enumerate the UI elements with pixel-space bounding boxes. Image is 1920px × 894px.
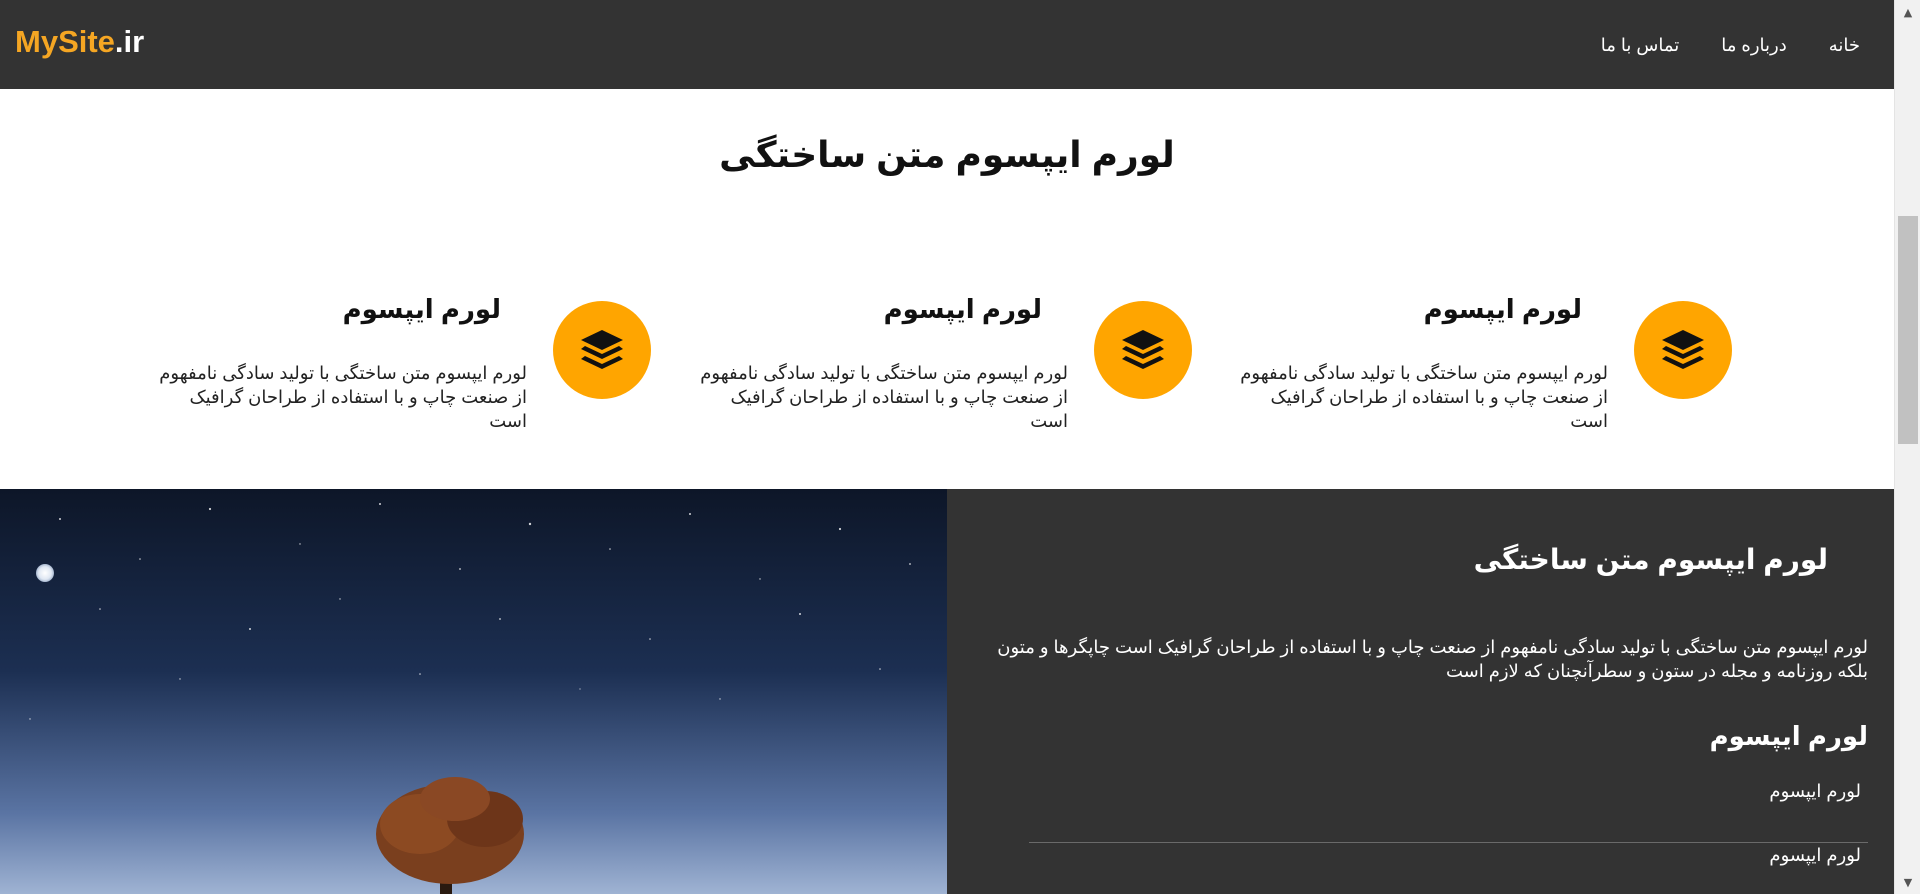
feature-title: لورم ایپسوم (883, 294, 1042, 324)
layers-icon (553, 301, 651, 399)
list-item[interactable]: لورم ایپسوم (1029, 779, 1868, 843)
site-header: MySite.ir خانه درباره ما تماس با ما (0, 0, 1894, 89)
panel-text: لورم ایپسوم متن ساختگی با تولید سادگی نا… (997, 637, 1868, 681)
night-sky-image (0, 489, 947, 894)
feature-card: لورم ایپسوم لورم ایپسوم متن ساختگی با تو… (131, 294, 651, 431)
logo-brand: MySite (15, 24, 115, 59)
main-nav: خانه درباره ما تماس با ما (1601, 33, 1860, 57)
list-item[interactable]: لورم ایپسوم (1029, 843, 1868, 894)
scroll-down-icon[interactable]: ▼ (1895, 872, 1920, 892)
features-section: لورم ایپسوم متن ساختگی لورم ایپسوم لورم … (0, 89, 1894, 489)
feature-title: لورم ایپسوم (342, 294, 501, 324)
feature-text: لورم ایپسوم متن ساختگی با تولید سادگی نا… (159, 363, 527, 431)
list-item-label: لورم ایپسوم (1769, 845, 1861, 865)
nav-link-home[interactable]: خانه (1829, 33, 1860, 57)
page-scrollbar[interactable]: ▲ ▼ (1894, 0, 1920, 894)
feature-card: لورم ایپسوم لورم ایپسوم متن ساختگی با تو… (1212, 294, 1732, 431)
layers-icon (1094, 301, 1192, 399)
site-logo[interactable]: MySite.ir (15, 24, 144, 60)
nav-link-contact[interactable]: تماس با ما (1601, 33, 1680, 57)
info-panel: لورم ایپسوم متن ساختگی لورم ایپسوم متن س… (947, 489, 1894, 894)
feature-card: لورم ایپسوم لورم ایپسوم متن ساختگی با تو… (672, 294, 1192, 431)
logo-tld: .ir (114, 24, 145, 59)
nav-link-about[interactable]: درباره ما (1721, 33, 1786, 57)
panel-list: لورم ایپسوم لورم ایپسوم (1029, 779, 1868, 894)
panel-subtitle: لورم ایپسوم (1709, 721, 1868, 751)
feature-title: لورم ایپسوم (1423, 294, 1582, 324)
layers-icon (1634, 301, 1732, 399)
list-item-label: لورم ایپسوم (1769, 781, 1861, 801)
scrollbar-thumb[interactable] (1898, 216, 1918, 444)
feature-text: لورم ایپسوم متن ساختگی با تولید سادگی نا… (700, 363, 1068, 431)
scroll-up-icon[interactable]: ▲ (1895, 2, 1920, 22)
feature-text: لورم ایپسوم متن ساختگی با تولید سادگی نا… (1240, 363, 1608, 431)
panel-title: لورم ایپسوم متن ساختگی (1473, 544, 1828, 575)
section-title: لورم ایپسوم متن ساختگی (719, 134, 1175, 175)
